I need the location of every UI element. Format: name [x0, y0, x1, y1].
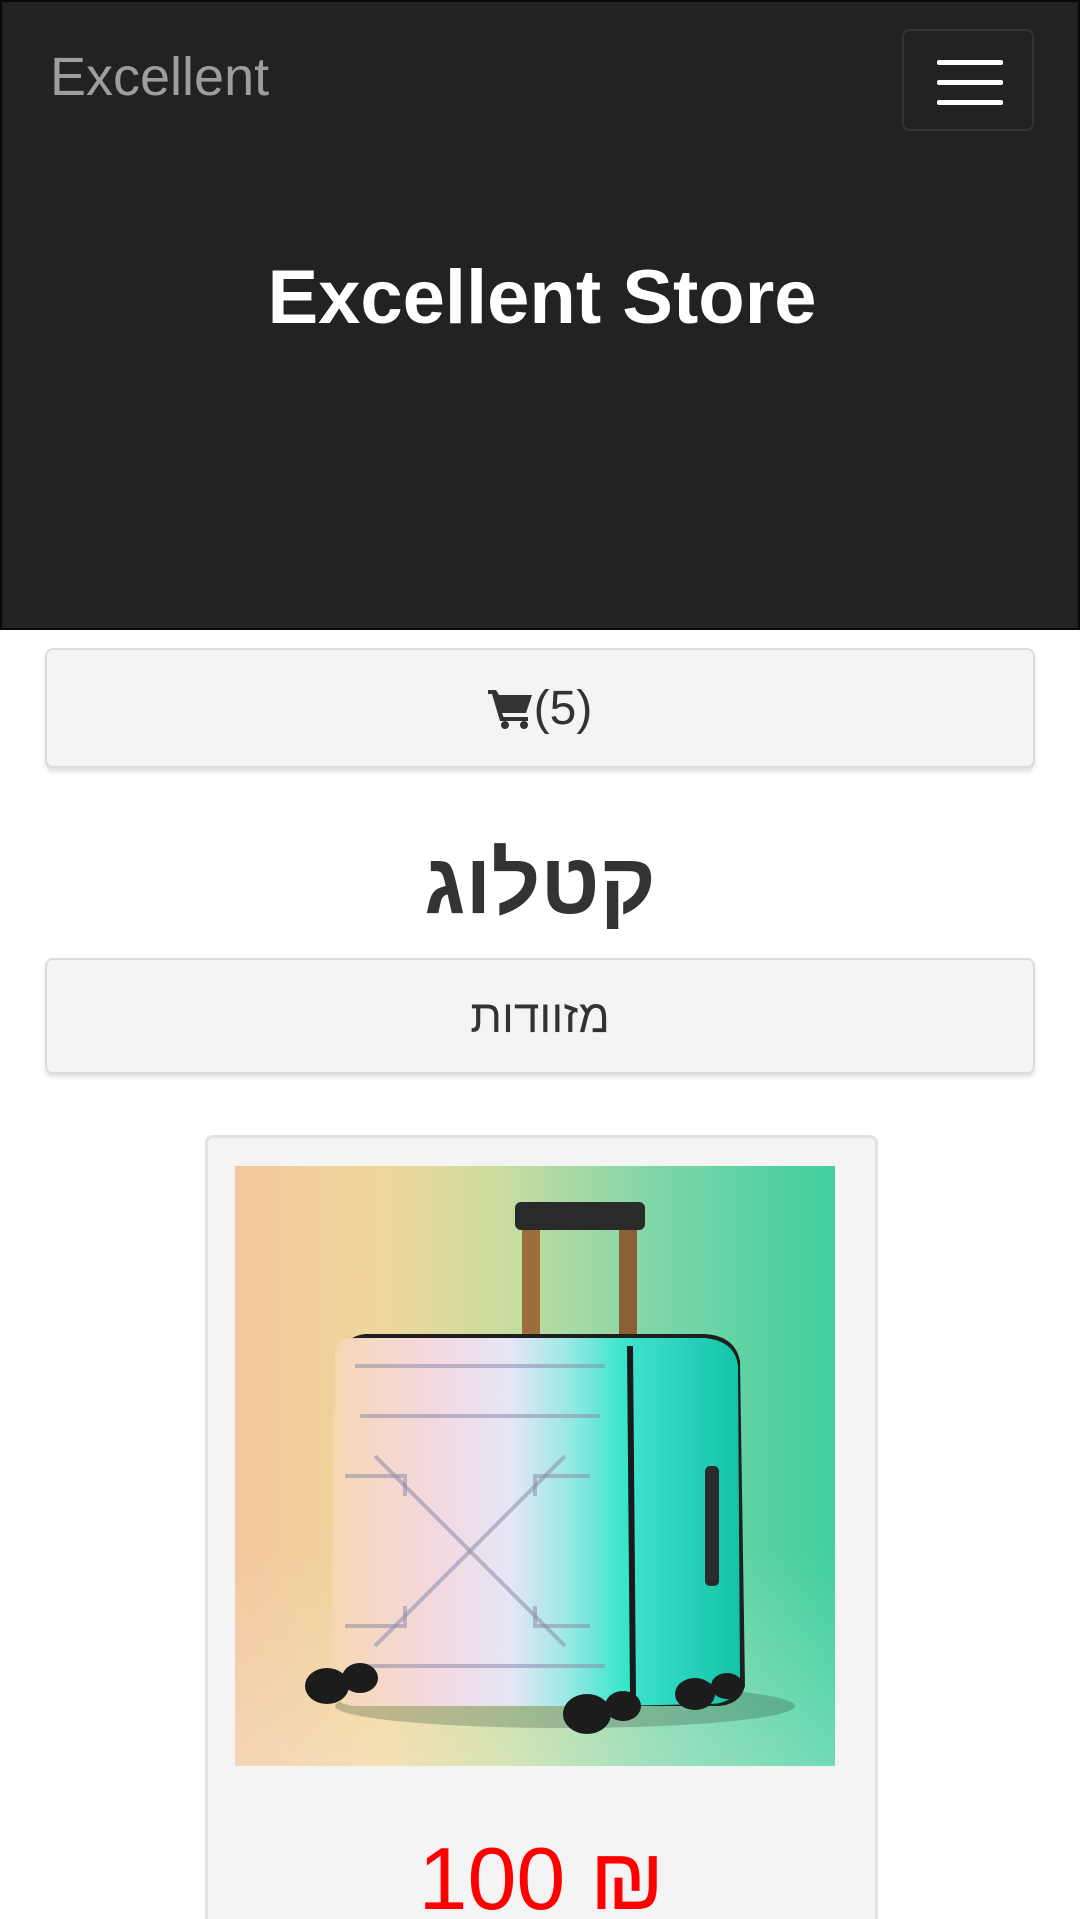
- product-card[interactable]: 100 ₪: [205, 1135, 878, 1919]
- navbar-brand[interactable]: Excellent: [50, 46, 269, 108]
- product-image[interactable]: [235, 1166, 835, 1766]
- navbar-header: Excellent Excellent Store: [0, 0, 1080, 630]
- shopping-cart-icon: [487, 687, 534, 729]
- cart-button[interactable]: (5): [45, 648, 1035, 768]
- product-price: 100 ₪: [418, 1829, 665, 1919]
- store-title: Excellent Store: [267, 255, 817, 340]
- cart-count: (5): [533, 681, 593, 735]
- category-suitcases-button[interactable]: מזוודות: [45, 958, 1035, 1074]
- hamburger-icon-bar-top: [937, 60, 1003, 65]
- hamburger-icon-bar-bottom: [937, 100, 1003, 105]
- hamburger-icon-bar-middle: [937, 80, 1003, 85]
- catalog-heading: קטלוג: [424, 836, 656, 932]
- page: Excellent Excellent Store (5) קטלוג מזוו…: [0, 0, 1080, 1919]
- hamburger-menu-button[interactable]: [902, 29, 1034, 131]
